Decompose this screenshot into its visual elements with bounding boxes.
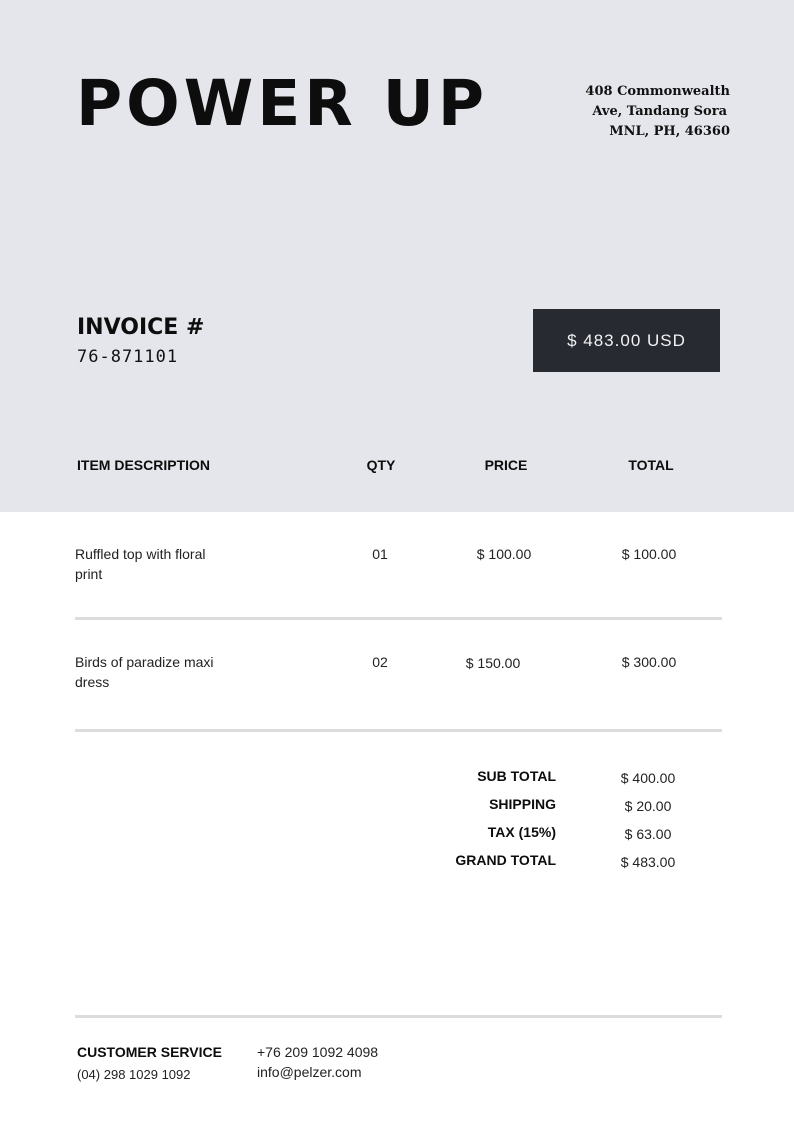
invoice-amount: $ 483.00 USD — [567, 330, 686, 350]
invoice-number: 76-871101 — [77, 347, 179, 367]
tax-value: $ 63.00 — [624, 826, 672, 842]
subtotal-label: SUB TOTAL — [477, 768, 556, 784]
row-divider — [75, 729, 722, 732]
customer-service-title: CUSTOMER SERVICE — [77, 1044, 222, 1060]
item-total: $ 100.00 — [621, 546, 677, 562]
item-description: Birds of paradize maxi dress — [75, 652, 214, 692]
grand-total-label: GRAND TOTAL — [455, 852, 556, 868]
brand-title: POWER UP — [76, 67, 489, 140]
invoice-label: INVOICE # — [77, 315, 205, 340]
customer-service-phone: (04) 298 1029 1092 — [77, 1067, 191, 1082]
item-description-line-1: Birds of paradize maxi — [75, 654, 214, 670]
address-line-3: MNL, PH, 46360 — [609, 124, 730, 139]
header-total: TOTAL — [628, 457, 674, 473]
shipping-value: $ 20.00 — [624, 798, 672, 814]
row-divider — [75, 617, 722, 620]
item-description-line-2: print — [75, 566, 103, 582]
contact-email: info@pelzer.com — [257, 1064, 362, 1080]
address-line-2: Ave, Tandang Sora — [592, 104, 727, 119]
invoice-amount-badge: $ 483.00 USD — [533, 309, 720, 372]
item-total: $ 300.00 — [621, 654, 677, 670]
item-price: $ 100.00 — [476, 546, 532, 562]
item-qty: 02 — [372, 654, 388, 670]
item-description-line-2: dress — [75, 674, 110, 690]
item-qty: 01 — [372, 546, 388, 562]
shipping-label: SHIPPING — [489, 796, 556, 812]
tax-label: TAX (15%) — [487, 824, 556, 840]
address-line-1: 408 Commonwealth — [585, 84, 730, 99]
header-item-description: ITEM DESCRIPTION — [77, 457, 211, 473]
footer-divider — [75, 1015, 722, 1018]
item-description: Ruffled top with floral print — [75, 544, 205, 584]
header-price: PRICE — [484, 457, 528, 473]
item-description-line-1: Ruffled top with floral — [75, 546, 206, 562]
contact-phone: +76 209 1092 4098 — [257, 1044, 379, 1060]
company-address: 408 Commonwealth Ave, Tandang Sora MNL, … — [530, 82, 730, 142]
subtotal-value: $ 400.00 — [620, 770, 676, 786]
item-price: $ 150.00 — [465, 655, 521, 671]
grand-total-value: $ 483.00 — [620, 854, 676, 870]
header-qty: QTY — [366, 457, 396, 473]
